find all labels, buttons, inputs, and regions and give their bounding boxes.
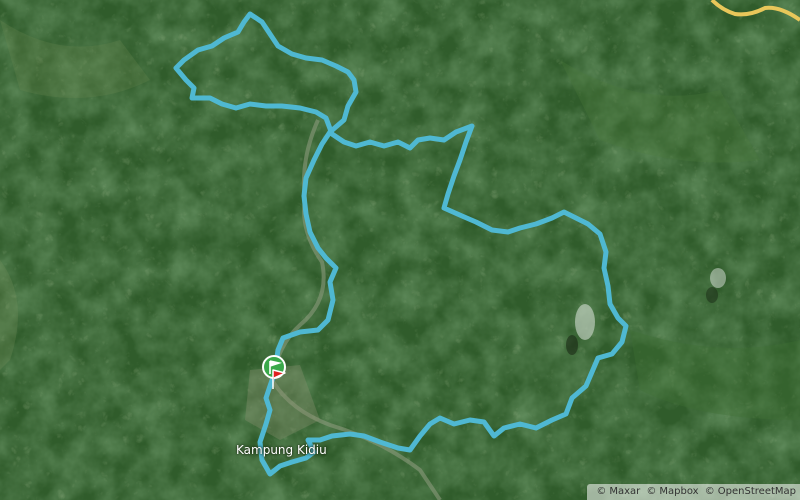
attribution-link-openstreetmap[interactable]: OpenStreetMap bbox=[718, 486, 796, 497]
map-attribution: © Maxar © Mapbox © OpenStreetMap bbox=[587, 484, 800, 500]
place-label: Kampung Kidiu bbox=[236, 443, 327, 457]
copyright-symbol: © bbox=[596, 486, 607, 497]
satellite-imagery bbox=[0, 0, 800, 500]
attribution-link-mapbox[interactable]: Mapbox bbox=[659, 486, 698, 497]
finish-flag-icon bbox=[272, 369, 286, 389]
copyright-symbol: © bbox=[704, 486, 715, 497]
attribution-link-maxar[interactable]: Maxar bbox=[609, 486, 640, 497]
map-view[interactable]: Kampung Kidiu © Maxar © Mapbox © OpenStreet… bbox=[0, 0, 800, 500]
start-finish-marker[interactable] bbox=[261, 352, 291, 392]
copyright-symbol: © bbox=[646, 486, 657, 497]
